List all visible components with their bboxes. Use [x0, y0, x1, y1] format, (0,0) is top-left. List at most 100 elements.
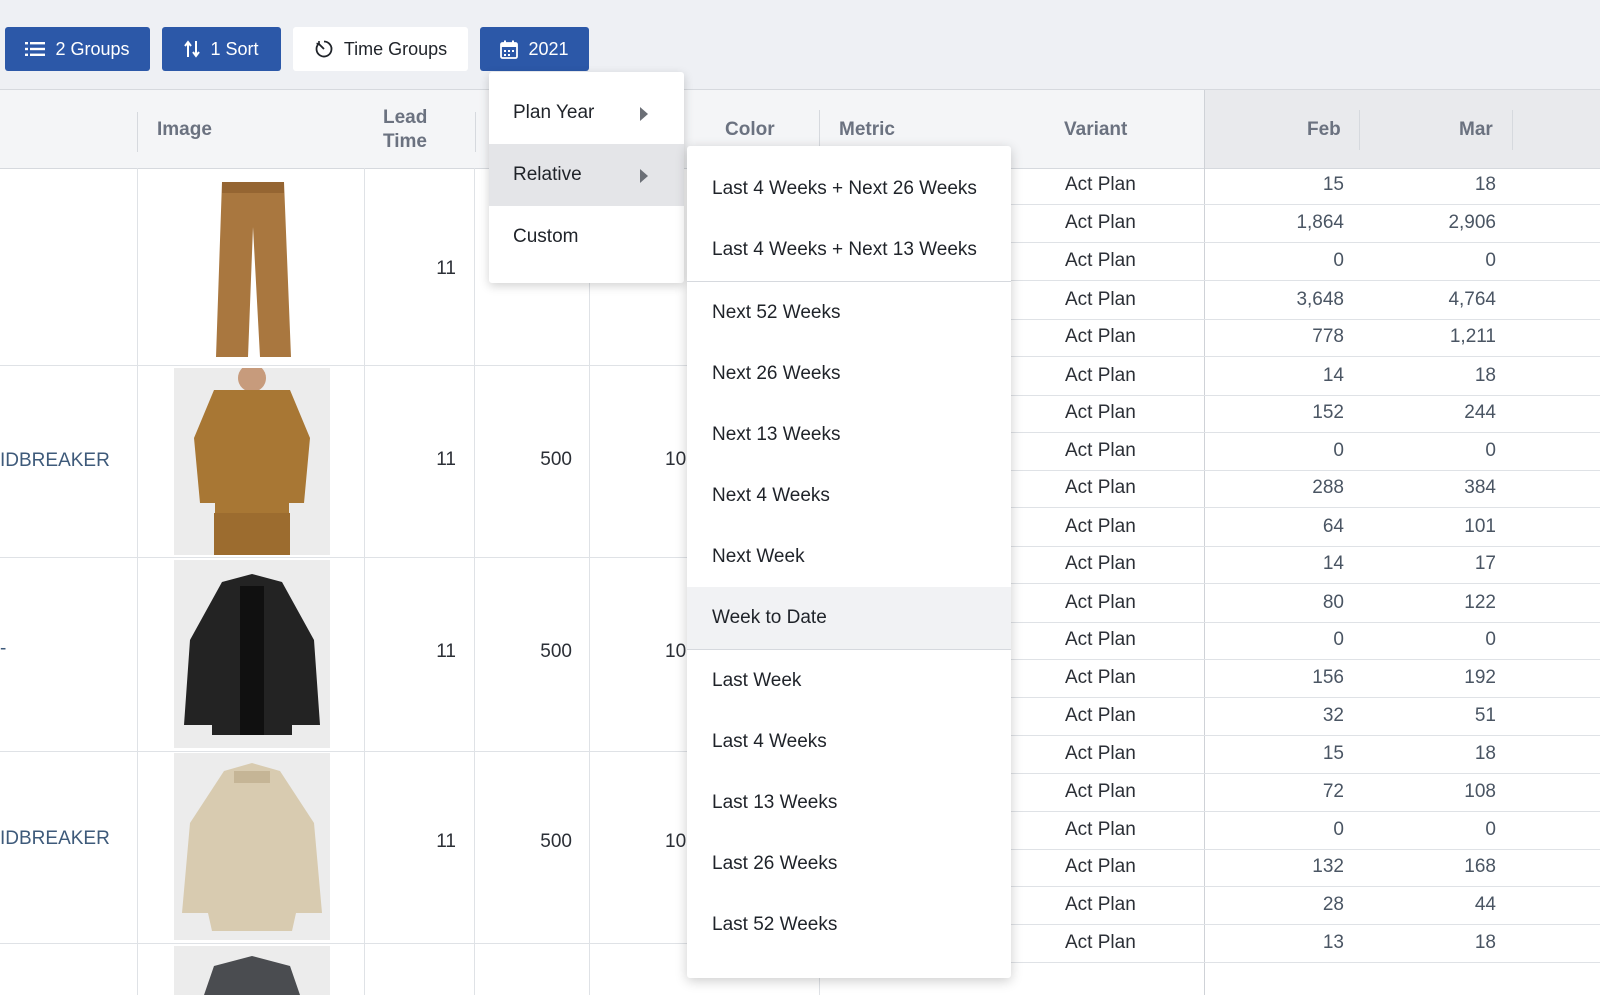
product-image[interactable] — [174, 753, 330, 940]
feb-value[interactable]: 80 — [1214, 592, 1344, 614]
menu-item-plan-year[interactable]: Plan Year — [489, 82, 684, 144]
extra-value: 10 — [665, 641, 687, 662]
variant-cell: Act Plan — [1065, 174, 1136, 195]
mar-value[interactable]: 384 — [1360, 477, 1496, 499]
relative-option[interactable]: Last 26 Weeks — [687, 833, 1011, 895]
relative-option-highlighted[interactable]: Week to Date — [687, 587, 1011, 649]
feb-value[interactable]: 0 — [1214, 819, 1344, 841]
feb-value[interactable]: 15 — [1214, 174, 1344, 196]
mar-value[interactable]: 244 — [1360, 402, 1496, 424]
menu-item-custom[interactable]: Custom — [489, 206, 684, 268]
mar-value[interactable]: 0 — [1360, 440, 1496, 462]
mar-value[interactable]: 108 — [1360, 781, 1496, 803]
header-feb[interactable]: Feb — [1307, 118, 1341, 142]
relative-option[interactable]: Next 4 Weeks — [687, 465, 1011, 527]
mar-value[interactable]: 0 — [1360, 819, 1496, 841]
product-image[interactable] — [174, 368, 330, 555]
mar-value[interactable]: 122 — [1360, 592, 1496, 614]
feb-value[interactable]: 32 — [1214, 705, 1344, 727]
header-mar[interactable]: Mar — [1459, 118, 1493, 142]
relative-option[interactable]: Last 4 Weeks + Next 13 Weeks — [687, 219, 1011, 281]
year-button[interactable]: 2021 — [480, 27, 589, 71]
mar-value[interactable]: 51 — [1360, 705, 1496, 727]
calendar-icon — [500, 40, 519, 59]
relative-option[interactable]: Next Week — [687, 526, 1011, 588]
feb-value[interactable]: 3,648 — [1214, 289, 1344, 311]
feb-value[interactable]: 14 — [1214, 553, 1344, 575]
feb-value[interactable]: 132 — [1214, 856, 1344, 878]
mar-value[interactable]: 1,211 — [1360, 326, 1496, 348]
blazer-icon — [174, 946, 330, 995]
mar-value[interactable]: 4,764 — [1360, 289, 1496, 311]
lead-time: 11 — [436, 258, 456, 279]
mar-value[interactable]: 101 — [1360, 516, 1496, 538]
sort-button-label: 1 Sort — [210, 38, 259, 59]
mar-value[interactable]: 192 — [1360, 667, 1496, 689]
mar-value[interactable]: 18 — [1360, 365, 1496, 387]
feb-value[interactable]: 14 — [1214, 365, 1344, 387]
mar-value[interactable]: 18 — [1360, 743, 1496, 765]
header-variant[interactable]: Variant — [1064, 118, 1127, 142]
feb-value[interactable]: 288 — [1214, 477, 1344, 499]
feb-value[interactable]: 15 — [1214, 743, 1344, 765]
relative-option[interactable]: Last 52 Weeks — [687, 894, 1011, 956]
sort-arrows-icon — [184, 40, 201, 58]
groups-button[interactable]: 2 Groups — [5, 27, 150, 71]
menu-item-relative[interactable]: Relative — [489, 144, 684, 206]
product-image[interactable] — [174, 946, 330, 995]
feb-value[interactable]: 156 — [1214, 667, 1344, 689]
product-name[interactable]: IDBREAKER — [0, 828, 110, 850]
mar-value[interactable]: 18 — [1360, 174, 1496, 196]
relative-option[interactable]: Last 4 Weeks — [687, 711, 1011, 773]
variant-cell: Act Plan — [1065, 592, 1136, 613]
feb-value[interactable]: 152 — [1214, 402, 1344, 424]
mar-value[interactable]: 168 — [1360, 856, 1496, 878]
feb-value[interactable]: 1,864 — [1214, 212, 1344, 234]
mar-value[interactable]: 0 — [1360, 629, 1496, 651]
time-groups-button[interactable]: Time Groups — [293, 27, 468, 71]
mar-value[interactable]: 44 — [1360, 894, 1496, 916]
feb-value[interactable]: 72 — [1214, 781, 1344, 803]
product-image[interactable] — [174, 560, 330, 748]
mar-value[interactable]: 18 — [1360, 932, 1496, 954]
relative-option[interactable]: Next 26 Weeks — [687, 343, 1011, 405]
variant-cell: Act Plan — [1065, 667, 1136, 688]
sort-button[interactable]: 1 Sort — [162, 27, 281, 71]
list-icon — [25, 41, 46, 57]
header-lead-time-line1[interactable]: Lead — [383, 106, 427, 130]
caret-right-icon — [640, 107, 648, 121]
variant-cell: Act Plan — [1065, 932, 1136, 953]
relative-option[interactable]: Last Week — [687, 650, 1011, 712]
caret-right-icon — [640, 169, 648, 183]
extra-value: 10 — [665, 831, 687, 852]
header-image[interactable]: Image — [157, 118, 212, 142]
order-qty: 500 — [540, 641, 572, 662]
product-name[interactable]: - — [0, 638, 6, 660]
variant-cell: Act Plan — [1065, 553, 1136, 574]
feb-value[interactable]: 64 — [1214, 516, 1344, 538]
order-qty: 500 — [540, 449, 572, 470]
feb-value[interactable]: 0 — [1214, 250, 1344, 272]
mar-value[interactable]: 0 — [1360, 250, 1496, 272]
feb-value[interactable]: 13 — [1214, 932, 1344, 954]
header-metric[interactable]: Metric — [839, 118, 895, 142]
variant-cell: Act Plan — [1065, 440, 1136, 461]
header-color[interactable]: Color — [725, 118, 775, 142]
product-name[interactable]: IDBREAKER — [0, 450, 110, 472]
relative-option[interactable]: Last 4 Weeks + Next 26 Weeks — [687, 158, 1011, 220]
feb-value[interactable]: 0 — [1214, 629, 1344, 651]
mar-value[interactable]: 2,906 — [1360, 212, 1496, 234]
product-image[interactable] — [174, 179, 330, 362]
feb-value[interactable]: 28 — [1214, 894, 1344, 916]
time-range-menu: Plan Year Relative Custom — [489, 72, 684, 283]
variant-cell: Act Plan — [1065, 212, 1136, 233]
header-lead-time-line2[interactable]: Time — [383, 130, 427, 154]
variant-cell: Act Plan — [1065, 326, 1136, 347]
variant-cell: Act Plan — [1065, 250, 1136, 271]
feb-value[interactable]: 0 — [1214, 440, 1344, 462]
relative-option[interactable]: Last 13 Weeks — [687, 772, 1011, 834]
mar-value[interactable]: 17 — [1360, 553, 1496, 575]
relative-option[interactable]: Next 13 Weeks — [687, 404, 1011, 466]
feb-value[interactable]: 778 — [1214, 326, 1344, 348]
relative-option[interactable]: Next 52 Weeks — [687, 282, 1011, 344]
